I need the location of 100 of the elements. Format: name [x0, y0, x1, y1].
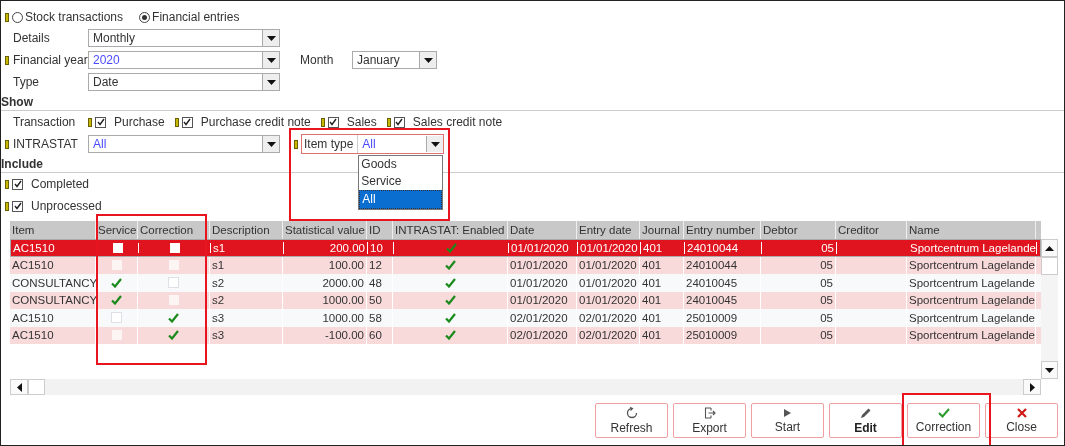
table-cell: Sportcentrum Lagelande — [910, 241, 1036, 254]
dropdown-arrow-icon — [430, 141, 440, 147]
table-cell: 01/01/2020 — [510, 276, 568, 289]
section-header: Show — [1, 94, 1064, 111]
table-cell: 05 — [820, 276, 833, 289]
dropdown[interactable]: Date — [88, 73, 280, 91]
checkbox-label[interactable]: Purchase — [114, 115, 165, 129]
table-cell: AC1510 — [12, 311, 54, 324]
checkbox-label[interactable]: Completed — [31, 177, 90, 191]
toolbar-button[interactable]: Start — [751, 403, 824, 438]
checkbox[interactable] — [12, 178, 23, 190]
scroll-down-icon — [1045, 367, 1054, 373]
checkbox[interactable] — [12, 200, 23, 212]
table-cell: 05 — [820, 259, 833, 272]
checkbox-label[interactable]: Purchase credit note — [200, 115, 311, 129]
table-cell: 60 — [369, 329, 382, 342]
checkbox[interactable] — [393, 116, 405, 128]
table-cell: CONSULTANCY — [12, 276, 98, 289]
table-row[interactable]: AC1510 s3 1000.00 58 02/01/2020 02/01/2020 401 25010009 05 Sportcentrum Lagelande — [10, 309, 1041, 327]
table-cell: 24010045 — [686, 276, 738, 289]
checkbox[interactable] — [111, 260, 122, 271]
checkbox-label[interactable]: Unprocessed — [31, 199, 102, 213]
refresh-icon — [625, 406, 638, 419]
table-cell: 02/01/2020 — [579, 311, 637, 324]
table-cell: 100.00 — [328, 259, 364, 272]
table-cell: 1000.00 — [322, 311, 364, 324]
table-cell: 25010009 — [686, 329, 738, 342]
checkbox[interactable] — [112, 242, 123, 253]
table-cell: 1000.00 — [322, 294, 364, 307]
dropdown[interactable]: 2020 — [88, 51, 280, 69]
table-cell: Sportcentrum Lagelande — [909, 329, 1035, 342]
table-cell: 58 — [369, 311, 382, 324]
table-cell: 01/01/2020 — [510, 294, 568, 307]
table-cell: 24010044 — [686, 259, 738, 272]
checkbox[interactable] — [95, 116, 106, 128]
table-cell: 48 — [369, 276, 382, 289]
field-label: Financial year — [13, 53, 88, 67]
checkbox[interactable] — [111, 330, 122, 341]
toolbar-button[interactable]: Export — [673, 403, 746, 438]
table-cell: 2000.00 — [322, 276, 364, 289]
table-cell: s2 — [212, 294, 225, 307]
dropdown[interactable]: Monthly — [88, 29, 280, 47]
table-cell: AC1510 — [12, 259, 54, 272]
vertical-scrollbar[interactable] — [1041, 239, 1058, 379]
radio-label[interactable]: Financial entries — [152, 10, 240, 24]
table-cell: s1 — [213, 241, 226, 254]
dropdown[interactable]: January — [352, 51, 437, 69]
table-cell: 01/01/2020 — [510, 259, 568, 272]
dropdown-option[interactable]: All — [359, 190, 443, 209]
table-cell: 401 — [642, 276, 662, 289]
field-label: Details — [13, 31, 51, 45]
table-cell: -100.00 — [325, 329, 364, 342]
table-cell: 01/01/2020 — [579, 294, 637, 307]
table-cell: Sportcentrum Lagelande — [909, 311, 1035, 324]
table-cell: 50 — [369, 294, 382, 307]
horizontal-scrollbar[interactable] — [10, 379, 1041, 395]
table-cell: 05 — [820, 329, 833, 342]
dropdown-arrow-icon — [423, 57, 433, 63]
table-cell: 02/01/2020 — [510, 329, 568, 342]
table-cell: s3 — [212, 329, 225, 342]
table-cell: 401 — [642, 294, 662, 307]
toolbar-button[interactable]: Edit — [829, 403, 902, 438]
checkbox-label[interactable]: Sales — [346, 115, 377, 129]
scroll-thumb[interactable] — [28, 379, 45, 395]
table-cell: 01/01/2020 — [579, 259, 637, 272]
checkbox[interactable] — [169, 242, 180, 253]
toolbar-button[interactable]: Correction — [907, 403, 980, 438]
dropdown-arrow-icon — [266, 79, 276, 85]
dropdown-arrow-icon — [266, 35, 276, 41]
table-row[interactable]: CONSULTANCY s2 2000.00 48 01/01/2020 01/01/2020 401 24010045 05 Sportcentrum Lagelande — [10, 274, 1041, 292]
dropdown-option[interactable]: Service — [359, 173, 443, 190]
toolbar-button[interactable]: Refresh — [595, 403, 668, 438]
table-cell: 401 — [642, 311, 662, 324]
field-label: INTRASTAT — [13, 137, 79, 151]
dropdown-arrow-icon — [266, 141, 276, 147]
toolbar-button[interactable]: Close — [985, 403, 1058, 438]
table-cell: 02/01/2020 — [579, 329, 637, 342]
dropdown-option[interactable]: Goods — [359, 156, 443, 173]
table-cell: s3 — [212, 311, 225, 324]
play-icon — [783, 407, 792, 418]
table-cell: 01/01/2020 — [511, 241, 569, 254]
table-cell: 401 — [643, 241, 663, 254]
checkbox[interactable] — [168, 295, 179, 306]
checkbox[interactable] — [327, 116, 339, 128]
table-cell: 01/01/2020 — [580, 241, 638, 254]
table-cell: Sportcentrum Lagelande — [909, 259, 1035, 272]
table-cell: 01/01/2020 — [579, 276, 637, 289]
checkbox[interactable] — [181, 116, 193, 128]
checkbox[interactable] — [168, 260, 179, 271]
scroll-right-icon — [1029, 382, 1035, 392]
pencil-icon — [859, 406, 872, 419]
dropdown-arrow-icon — [266, 57, 276, 63]
checkbox-label[interactable]: Sales credit note — [412, 115, 503, 129]
table-cell: 12 — [369, 259, 382, 272]
dropdown[interactable]: All — [88, 135, 280, 153]
table-row[interactable]: AC1510 s1 200.00 10 01/01/2020 01/01/2020 401 24010044 05 Sportcentrum Lagelande — [10, 239, 1041, 257]
radio-label[interactable]: Stock transactions — [25, 10, 124, 24]
table-cell: s1 — [212, 259, 225, 272]
table-cell: CONSULTANCY — [12, 294, 98, 307]
scroll-thumb[interactable] — [1041, 257, 1058, 275]
